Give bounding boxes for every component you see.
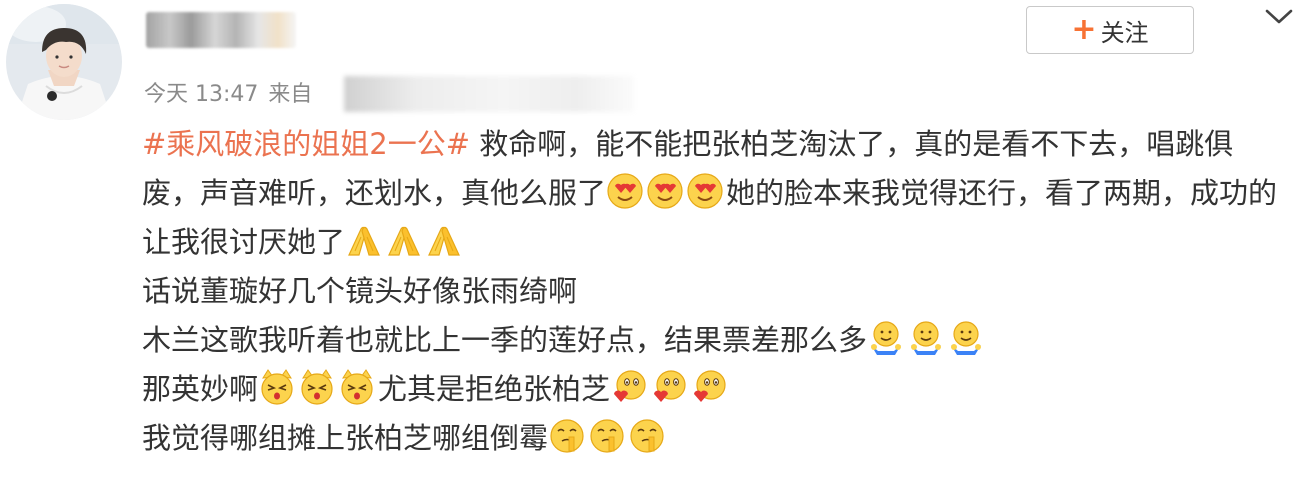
content-text-4b: 尤其是拒绝张柏芝 (378, 372, 611, 406)
post-time[interactable]: 今天 13:47 (144, 82, 258, 107)
heart-hug-emoji (690, 368, 728, 406)
follow-label: 关注 (1100, 18, 1149, 47)
spread-hands-emoji (867, 319, 905, 357)
shush-emoji (588, 417, 626, 455)
cat-face-emoji (258, 368, 296, 406)
content-paragraph-1: #乘风破浪的姐姐2一公# 救命啊，能不能把张柏芝淘汰了，真的是看不下去，唱跳俱废… (142, 120, 1282, 267)
cat-face-emoji (298, 368, 336, 406)
spread-hands-emoji (907, 319, 945, 357)
clap-emoji (345, 221, 383, 259)
username-blurred[interactable] (146, 12, 296, 48)
clap-emoji (385, 221, 423, 259)
plus-icon: + (1071, 12, 1097, 47)
heart-eyes-emoji (646, 172, 684, 210)
shush-emoji (548, 417, 586, 455)
shush-emoji (628, 417, 666, 455)
post-source-blurred[interactable] (344, 76, 634, 112)
heart-eyes-emoji (686, 172, 724, 210)
post-source-prefix: 来自 (268, 82, 313, 107)
content-paragraph-5: 我觉得哪组摊上张柏芝哪组倒霉 (142, 414, 1282, 463)
cat-face-emoji (338, 368, 376, 406)
content-text-3: 木兰这歌我听着也就比上一季的莲好点，结果票差那么多 (142, 323, 868, 357)
content-text-4a: 那英妙啊 (142, 372, 259, 406)
post-content: #乘风破浪的姐姐2一公# 救命啊，能不能把张柏芝淘汰了，真的是看不下去，唱跳俱废… (142, 120, 1282, 463)
heart-hug-emoji (610, 368, 648, 406)
clap-emoji (425, 221, 463, 259)
follow-button[interactable]: + 关注 (1026, 6, 1194, 54)
post-meta: 今天 13:47 来自 (144, 76, 322, 108)
content-paragraph-4: 那英妙啊 尤其是拒绝张柏芝 (142, 365, 1282, 414)
chevron-down-icon[interactable] (1262, 6, 1296, 28)
heart-eyes-emoji (606, 172, 644, 210)
content-paragraph-2: 话说董璇好几个镜头好像张雨绮啊 (142, 274, 578, 308)
spread-hands-emoji (947, 319, 985, 357)
content-paragraph-3: 木兰这歌我听着也就比上一季的莲好点，结果票差那么多 (142, 316, 1282, 365)
topic-link[interactable]: #乘风破浪的姐姐2一公# (142, 127, 470, 161)
content-text-5: 我觉得哪组摊上张柏芝哪组倒霉 (142, 421, 549, 455)
heart-hug-emoji (650, 368, 688, 406)
avatar[interactable] (6, 4, 122, 120)
weibo-post: 今天 13:47 来自 + 关注 #乘风破浪的姐姐2一公# 救命啊，能不能把张柏芝… (0, 0, 1310, 480)
